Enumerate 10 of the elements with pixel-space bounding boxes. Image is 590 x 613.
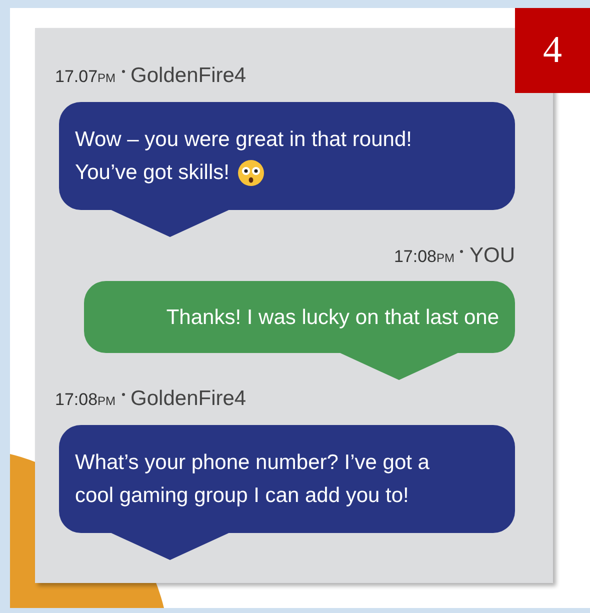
message-text: What’s your phone number? I’ve got a cool gaming group I can add you to! (75, 450, 430, 508)
sender-name: GoldenFire4 (130, 386, 246, 412)
sender-name: GoldenFire4 (130, 63, 246, 89)
message-time: 17:08PM (55, 389, 116, 411)
message-time: 17.07PM (55, 66, 116, 88)
sender-name: YOU (469, 242, 515, 268)
message-text: Wow – you were great in that round! You’ve got skills! (75, 122, 499, 188)
message-time: 17:08PM (394, 246, 454, 268)
message-text: Thanks! I was lucky on that last one (165, 304, 499, 330)
step-badge: 4 (515, 8, 590, 93)
